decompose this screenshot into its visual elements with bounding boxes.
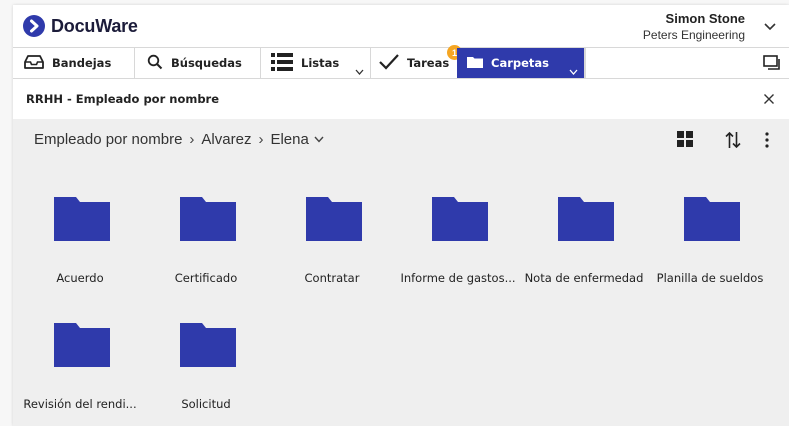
folder-item[interactable]: Informe de gastos...: [398, 161, 518, 285]
folder-icon: [54, 197, 110, 241]
list-icon: [271, 52, 293, 74]
search-icon: [147, 54, 163, 73]
chevron-down-icon[interactable]: [569, 69, 578, 75]
breadcrumb: Empleado por nombre › Alvarez › Elena: [34, 131, 324, 148]
logo-text: DocuWare: [51, 15, 138, 36]
folder-grid: Acuerdo Certificado Contratar Informe de…: [13, 161, 789, 426]
folder-item[interactable]: Contratar: [272, 161, 392, 285]
tab-busquedas[interactable]: Búsquedas: [135, 48, 261, 78]
folder-item[interactable]: Revisión del rendi...: [20, 287, 140, 411]
breadcrumb-item-firstname[interactable]: Elena: [270, 131, 308, 148]
breadcrumb-bar: Empleado por nombre › Alvarez › Elena: [13, 119, 789, 161]
user-info[interactable]: Simon Stone Peters Engineering: [643, 11, 745, 42]
tab-divider: [585, 48, 586, 78]
tab-label-bandejas: Bandejas: [52, 56, 112, 70]
close-icon[interactable]: [763, 93, 775, 105]
folder-item[interactable]: Solicitud: [146, 287, 266, 411]
folder-label: Contratar: [304, 271, 360, 285]
folder-label: Informe de gastos...: [400, 271, 516, 285]
folder-item[interactable]: Planilla de sueldos: [650, 161, 770, 285]
folder-icon: [467, 56, 483, 71]
folder-item[interactable]: Acuerdo: [20, 161, 140, 285]
more-options-icon[interactable]: [765, 132, 769, 148]
docuware-logo-icon: [23, 15, 45, 37]
user-name: Simon Stone: [665, 11, 745, 26]
folder-label: Nota de enfermedad: [524, 271, 644, 285]
tab-label-tareas: Tareas: [407, 56, 450, 70]
window-layout-icon[interactable]: [763, 55, 781, 71]
tab-bandejas[interactable]: Bandejas: [13, 48, 135, 78]
tab-tareas[interactable]: Tareas 1: [371, 45, 462, 78]
folder-item[interactable]: Nota de enfermedad: [524, 161, 644, 285]
folder-icon: [306, 197, 362, 241]
docuware-logo[interactable]: DocuWare: [23, 15, 138, 37]
folder-label: Revisión del rendi...: [23, 397, 137, 411]
tab-listas[interactable]: Listas: [261, 48, 371, 78]
chevron-down-icon[interactable]: [314, 136, 324, 143]
app-header: DocuWare Simon Stone Peters Engineering: [13, 5, 789, 47]
tab-label-busquedas: Búsquedas: [171, 56, 242, 70]
folder-icon: [558, 197, 614, 241]
folder-item[interactable]: Certificado: [146, 161, 266, 285]
docuware-window: DocuWare Simon Stone Peters Engineering …: [13, 5, 789, 426]
folder-label: Certificado: [174, 271, 238, 285]
user-company: Peters Engineering: [642, 28, 745, 42]
tray-icon: [24, 54, 44, 72]
tab-label-carpetas: Carpetas: [491, 56, 550, 70]
chevron-down-icon[interactable]: [355, 69, 364, 75]
panel-title: RRHH - Empleado por nombre: [26, 92, 220, 106]
breadcrumb-item-cabinet[interactable]: Empleado por nombre: [34, 131, 182, 148]
check-icon: [379, 53, 399, 73]
folder-icon: [180, 323, 236, 367]
folder-icon: [432, 197, 488, 241]
folder-icon: [684, 197, 740, 241]
tab-carpetas[interactable]: Carpetas: [457, 48, 585, 78]
breadcrumb-separator-icon: ›: [258, 131, 264, 148]
folder-icon: [180, 197, 236, 241]
breadcrumb-item-lastname[interactable]: Alvarez: [201, 131, 251, 148]
folder-label: Solicitud: [181, 397, 231, 411]
folder-label: Acuerdo: [56, 271, 104, 285]
breadcrumb-separator-icon: ›: [189, 131, 195, 148]
folder-label: Planilla de sueldos: [656, 271, 764, 285]
sort-icon[interactable]: [725, 131, 741, 149]
tab-label-listas: Listas: [301, 56, 340, 70]
chevron-down-icon[interactable]: [763, 19, 777, 33]
grid-view-icon[interactable]: [677, 131, 693, 147]
folder-icon: [54, 323, 110, 367]
main-tabbar: Bandejas Búsquedas Listas Tareas 1 Carpe…: [13, 45, 789, 79]
panel-header: RRHH - Empleado por nombre: [13, 79, 789, 119]
